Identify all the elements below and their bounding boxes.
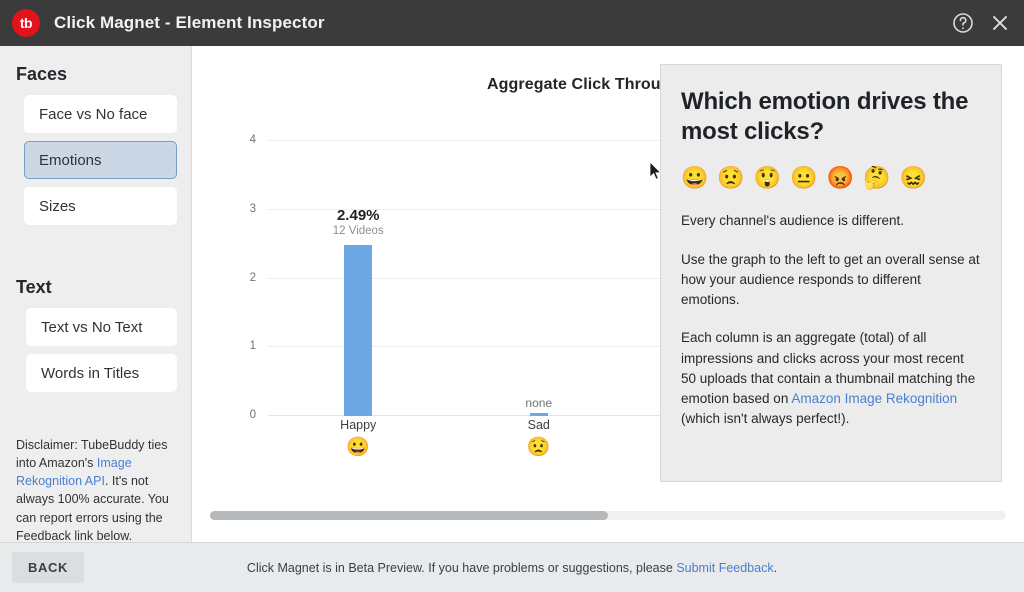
horizontal-scrollbar-thumb[interactable] <box>210 511 608 520</box>
chart-panel: Aggregate Click Through Rates 4 3 2 1 0 … <box>192 46 1024 542</box>
y-tick-label: 4 <box>249 134 256 146</box>
window-title: Click Magnet - Element Inspector <box>54 13 325 32</box>
footer-note-part2: . <box>773 560 778 575</box>
info-paragraph-1: Every channel's audience is different. <box>681 213 904 229</box>
main-body: Faces Face vs No face Emotions Sizes Tex… <box>0 46 1024 545</box>
sidebar-item-sizes[interactable]: Sizes <box>24 187 177 225</box>
sad-face-icon: 😟 <box>717 165 745 191</box>
bar-slot-happy: 2.49% 12 Videos <box>268 141 449 416</box>
happy-face-icon: 😀 <box>346 437 371 458</box>
submit-feedback-link[interactable]: Submit Feedback <box>676 561 773 575</box>
click-magnet-window: tb Click Magnet - Element Inspector Face… <box>0 0 1024 592</box>
sidebar-heading-text: Text <box>16 277 52 297</box>
horizontal-scrollbar-track[interactable] <box>210 511 1006 520</box>
disclaimer-text-part1: Disclaimer: TubeBuddy ties into Amazon's <box>16 438 168 471</box>
y-tick-label: 3 <box>249 202 256 215</box>
x-axis-label: Happy <box>340 418 377 432</box>
sidebar-item-label: Text vs No Text <box>41 318 143 336</box>
info-paragraph-3-part2: (which isn't always perfect!). <box>681 411 850 427</box>
sidebar: Faces Face vs No face Emotions Sizes Tex… <box>0 46 192 545</box>
close-icon[interactable] <box>990 13 1010 33</box>
angry-face-icon: 😡 <box>826 165 855 191</box>
footer-note: Click Magnet is in Beta Preview. If you … <box>0 561 1024 575</box>
sidebar-disclaimer: Disclaimer: TubeBuddy ties into Amazon's… <box>16 436 175 545</box>
y-tick-label: 1 <box>249 340 256 353</box>
sidebar-item-emotions[interactable]: Emotions <box>24 141 177 179</box>
neutral-face-icon: 😐 <box>790 165 818 191</box>
help-circle-icon[interactable] <box>952 12 974 34</box>
bar-slot-sad: none <box>449 141 630 416</box>
sidebar-item-words-in-titles[interactable]: Words in Titles <box>26 354 177 392</box>
info-panel: Which emotion drives the most clicks? 😀 … <box>660 64 1002 482</box>
info-panel-title: Which emotion drives the most clicks? <box>681 88 969 146</box>
sad-face-icon: 😟 <box>526 437 551 458</box>
grinning-face-icon: 😀 <box>681 165 709 191</box>
footer-bar: BACK Click Magnet is in Beta Preview. If… <box>0 542 1024 592</box>
title-bar: tb Click Magnet - Element Inspector <box>0 0 1024 46</box>
bar-percent: 2.49% <box>336 206 380 224</box>
bar-video-count: 12 Videos <box>332 224 384 237</box>
info-paragraph-3: Each column is an aggregate (total) of a… <box>681 328 981 429</box>
amazon-image-rekognition-link[interactable]: Amazon Image Rekognition <box>791 391 957 406</box>
x-axis-item-happy: Happy 😀 <box>268 416 449 458</box>
sidebar-item-label: Words in Titles <box>41 364 140 382</box>
thinking-face-icon: 🤔 <box>863 165 891 191</box>
bar-happy[interactable] <box>344 244 373 416</box>
sidebar-item-label: Sizes <box>39 197 76 215</box>
y-tick-label: 2 <box>249 271 256 284</box>
back-button[interactable]: BACK <box>12 552 84 583</box>
sidebar-heading-faces: Faces <box>16 64 68 84</box>
bar-value-label-sad: none <box>479 396 599 410</box>
footer-note-part1: Click Magnet is in Beta Preview. If you … <box>246 560 677 575</box>
x-axis-label: Sad <box>527 418 550 432</box>
sidebar-item-label: Emotions <box>39 151 102 169</box>
surprised-face-icon: 😲 <box>753 165 782 191</box>
bar-percent: none <box>525 396 553 410</box>
x-axis-item-sad: Sad 😟 <box>449 416 630 458</box>
y-tick-label: 0 <box>249 409 256 421</box>
info-paragraph-2: Use the graph to the left to get an over… <box>681 251 980 308</box>
bar-value-label-happy: 2.49% 12 Videos <box>298 207 418 239</box>
emotion-emoji-row: 😀 😟 😲 😐 😡 🤔 😖 <box>681 167 981 189</box>
sidebar-item-label: Face vs No face <box>39 105 148 123</box>
confounded-face-icon: 😖 <box>899 165 927 191</box>
sidebar-item-text-vs-no-text[interactable]: Text vs No Text <box>26 308 177 346</box>
logo-text: tb <box>19 15 33 31</box>
sidebar-item-face-vs-no-face[interactable]: Face vs No face <box>24 95 177 133</box>
tubebuddy-logo-icon: tb <box>12 9 40 37</box>
